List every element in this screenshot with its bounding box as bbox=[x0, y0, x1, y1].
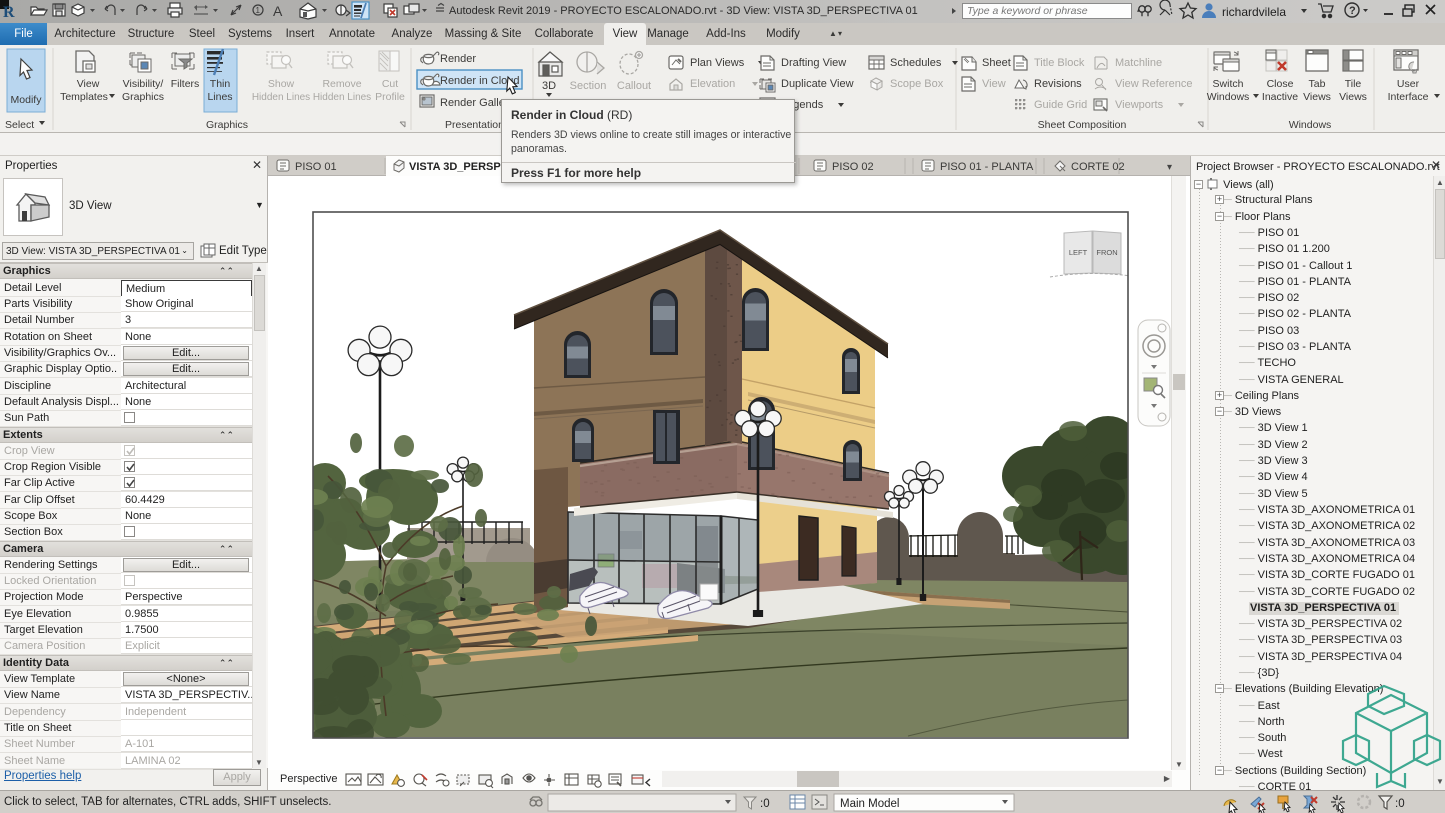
svg-text:Sheet: Sheet bbox=[982, 57, 1011, 69]
svg-text:Callout: Callout bbox=[617, 80, 651, 92]
svg-text::0: :0 bbox=[1395, 798, 1405, 810]
svg-text:Hidden Lines: Hidden Lines bbox=[252, 92, 310, 103]
svg-text:PISO 01 - PLANTA: PISO 01 - PLANTA bbox=[940, 161, 1034, 173]
svg-text:Cut: Cut bbox=[382, 78, 398, 90]
svg-text:Viewports: Viewports bbox=[1115, 99, 1164, 111]
svg-text:Close: Close bbox=[1267, 78, 1294, 90]
svg-text:Tile: Tile bbox=[1345, 78, 1362, 90]
svg-text:Windows: Windows bbox=[1207, 91, 1250, 103]
svg-text:R: R bbox=[3, 4, 15, 21]
svg-text:3D: 3D bbox=[542, 80, 556, 92]
svg-text:Matchline: Matchline bbox=[1115, 57, 1162, 69]
svg-text:PISO 02: PISO 02 bbox=[832, 161, 874, 173]
svg-text:Views: Views bbox=[1339, 91, 1367, 103]
svg-text:Show: Show bbox=[268, 78, 295, 90]
svg-text:richardvilela: richardvilela bbox=[1222, 5, 1286, 19]
svg-text:Lines: Lines bbox=[207, 91, 232, 103]
svg-text:View: View bbox=[77, 78, 100, 90]
svg-text:Hidden Lines: Hidden Lines bbox=[313, 92, 371, 103]
svg-text:Duplicate View: Duplicate View bbox=[781, 78, 854, 90]
svg-text:Guide Grid: Guide Grid bbox=[1034, 99, 1087, 111]
svg-text:View Reference: View Reference bbox=[1115, 78, 1192, 90]
svg-text:Render Galler: Render Galler bbox=[440, 97, 509, 109]
svg-text:Presentation: Presentation bbox=[445, 119, 504, 131]
svg-text:Title Block: Title Block bbox=[1034, 57, 1085, 69]
svg-text:Plan Views: Plan Views bbox=[690, 57, 745, 69]
svg-text::0: :0 bbox=[760, 798, 770, 810]
svg-text:Windows: Windows bbox=[1289, 119, 1332, 131]
svg-text:Templates: Templates bbox=[60, 91, 108, 103]
svg-text:Drafting View: Drafting View bbox=[781, 57, 846, 69]
svg-text:▾: ▾ bbox=[1167, 162, 1172, 173]
svg-text:Inactive: Inactive bbox=[1262, 91, 1298, 103]
svg-text:Interface: Interface bbox=[1388, 91, 1429, 103]
svg-text:PISO 01: PISO 01 bbox=[295, 161, 337, 173]
svg-text:FRON: FRON bbox=[1096, 248, 1117, 257]
svg-text:Elevation: Elevation bbox=[690, 78, 735, 90]
svg-text:1: 1 bbox=[256, 6, 261, 15]
svg-text:CORTE 02: CORTE 02 bbox=[1071, 161, 1125, 173]
svg-text:Revisions: Revisions bbox=[1034, 78, 1082, 90]
svg-text:A: A bbox=[273, 3, 283, 19]
svg-text:Sheet Composition: Sheet Composition bbox=[1038, 119, 1127, 131]
svg-text:Graphics: Graphics bbox=[206, 119, 248, 131]
svg-text:Graphics: Graphics bbox=[122, 91, 164, 103]
svg-text:VISTA 3D_PERSPE: VISTA 3D_PERSPE bbox=[409, 161, 508, 173]
svg-text:Render: Render bbox=[440, 53, 476, 65]
svg-text:?: ? bbox=[1349, 5, 1356, 17]
svg-text:Tab: Tab bbox=[1309, 78, 1326, 90]
svg-text:Section: Section bbox=[570, 80, 607, 92]
svg-text:Main Model: Main Model bbox=[840, 798, 899, 810]
svg-text:Views: Views bbox=[1303, 91, 1331, 103]
svg-text:Remove: Remove bbox=[322, 78, 361, 90]
svg-text:Schedules: Schedules bbox=[890, 57, 942, 69]
svg-text:Visibility/: Visibility/ bbox=[123, 78, 164, 90]
svg-text:LEFT: LEFT bbox=[1069, 248, 1088, 257]
svg-text:Thin: Thin bbox=[210, 78, 231, 90]
svg-text:Profile: Profile bbox=[375, 91, 405, 103]
svg-text:User: User bbox=[1397, 78, 1420, 90]
svg-text:Select: Select bbox=[5, 119, 34, 131]
svg-text:Modify: Modify bbox=[11, 94, 43, 106]
svg-text:Scope Box: Scope Box bbox=[890, 78, 944, 90]
svg-text:View: View bbox=[982, 78, 1006, 90]
svg-text:Filters: Filters bbox=[171, 78, 200, 90]
svg-text:Switch: Switch bbox=[1213, 78, 1244, 90]
